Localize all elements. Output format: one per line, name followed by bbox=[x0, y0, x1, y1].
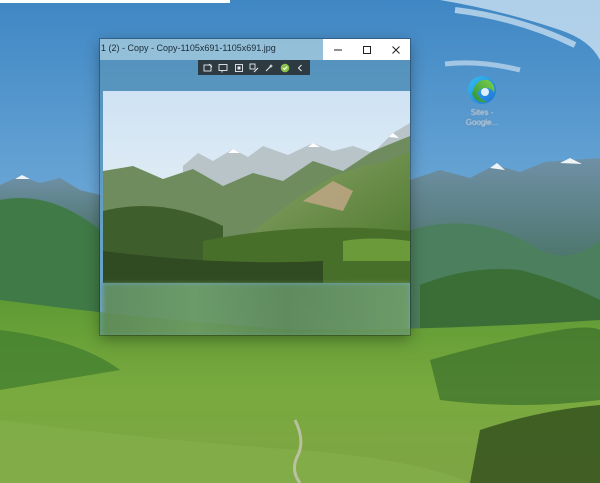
window-title: 1 (2) - Copy - Copy-1105x691-1105x691.jp… bbox=[101, 43, 276, 53]
edge-icon bbox=[468, 76, 496, 104]
photo-image[interactable] bbox=[103, 91, 410, 283]
desktop-icon-label-line1: Sites - bbox=[470, 108, 494, 117]
crop-icon bbox=[234, 63, 243, 72]
edit-icon bbox=[249, 63, 259, 72]
photo-blurred-strip bbox=[103, 283, 410, 335]
minimize-button[interactable] bbox=[323, 39, 352, 60]
more-button[interactable] bbox=[295, 62, 306, 73]
caption-buttons bbox=[323, 39, 410, 60]
close-button[interactable] bbox=[381, 39, 410, 60]
title-bar[interactable]: 1 (2) - Copy - Copy-1105x691-1105x691.jp… bbox=[100, 39, 410, 60]
magic-button[interactable] bbox=[264, 62, 275, 73]
close-icon bbox=[391, 45, 400, 54]
check-icon bbox=[280, 63, 290, 72]
desktop-icon-label-line2: Google... bbox=[465, 118, 499, 127]
desktop-shortcut-sites-google[interactable]: Sites - Google... bbox=[455, 74, 509, 128]
maximize-icon bbox=[362, 45, 371, 54]
magic-icon bbox=[266, 63, 274, 71]
rotate-icon bbox=[218, 63, 228, 72]
photo-viewer-window[interactable]: 1 (2) - Copy - Copy-1105x691-1105x691.jp… bbox=[100, 39, 410, 335]
desktop-icon-label: Sites - Google... bbox=[466, 108, 498, 128]
enhance-icon bbox=[203, 63, 213, 71]
chevron-icon bbox=[298, 64, 303, 71]
top-edge-strip bbox=[0, 0, 230, 3]
enhance-button[interactable] bbox=[202, 62, 213, 73]
crop-button[interactable] bbox=[233, 62, 244, 73]
rotate-button[interactable] bbox=[218, 62, 229, 73]
check-button[interactable] bbox=[279, 62, 290, 73]
maximize-button[interactable] bbox=[352, 39, 381, 60]
photo-toolbar bbox=[198, 60, 310, 75]
minimize-icon bbox=[333, 49, 342, 50]
edit-button[interactable] bbox=[248, 62, 259, 73]
